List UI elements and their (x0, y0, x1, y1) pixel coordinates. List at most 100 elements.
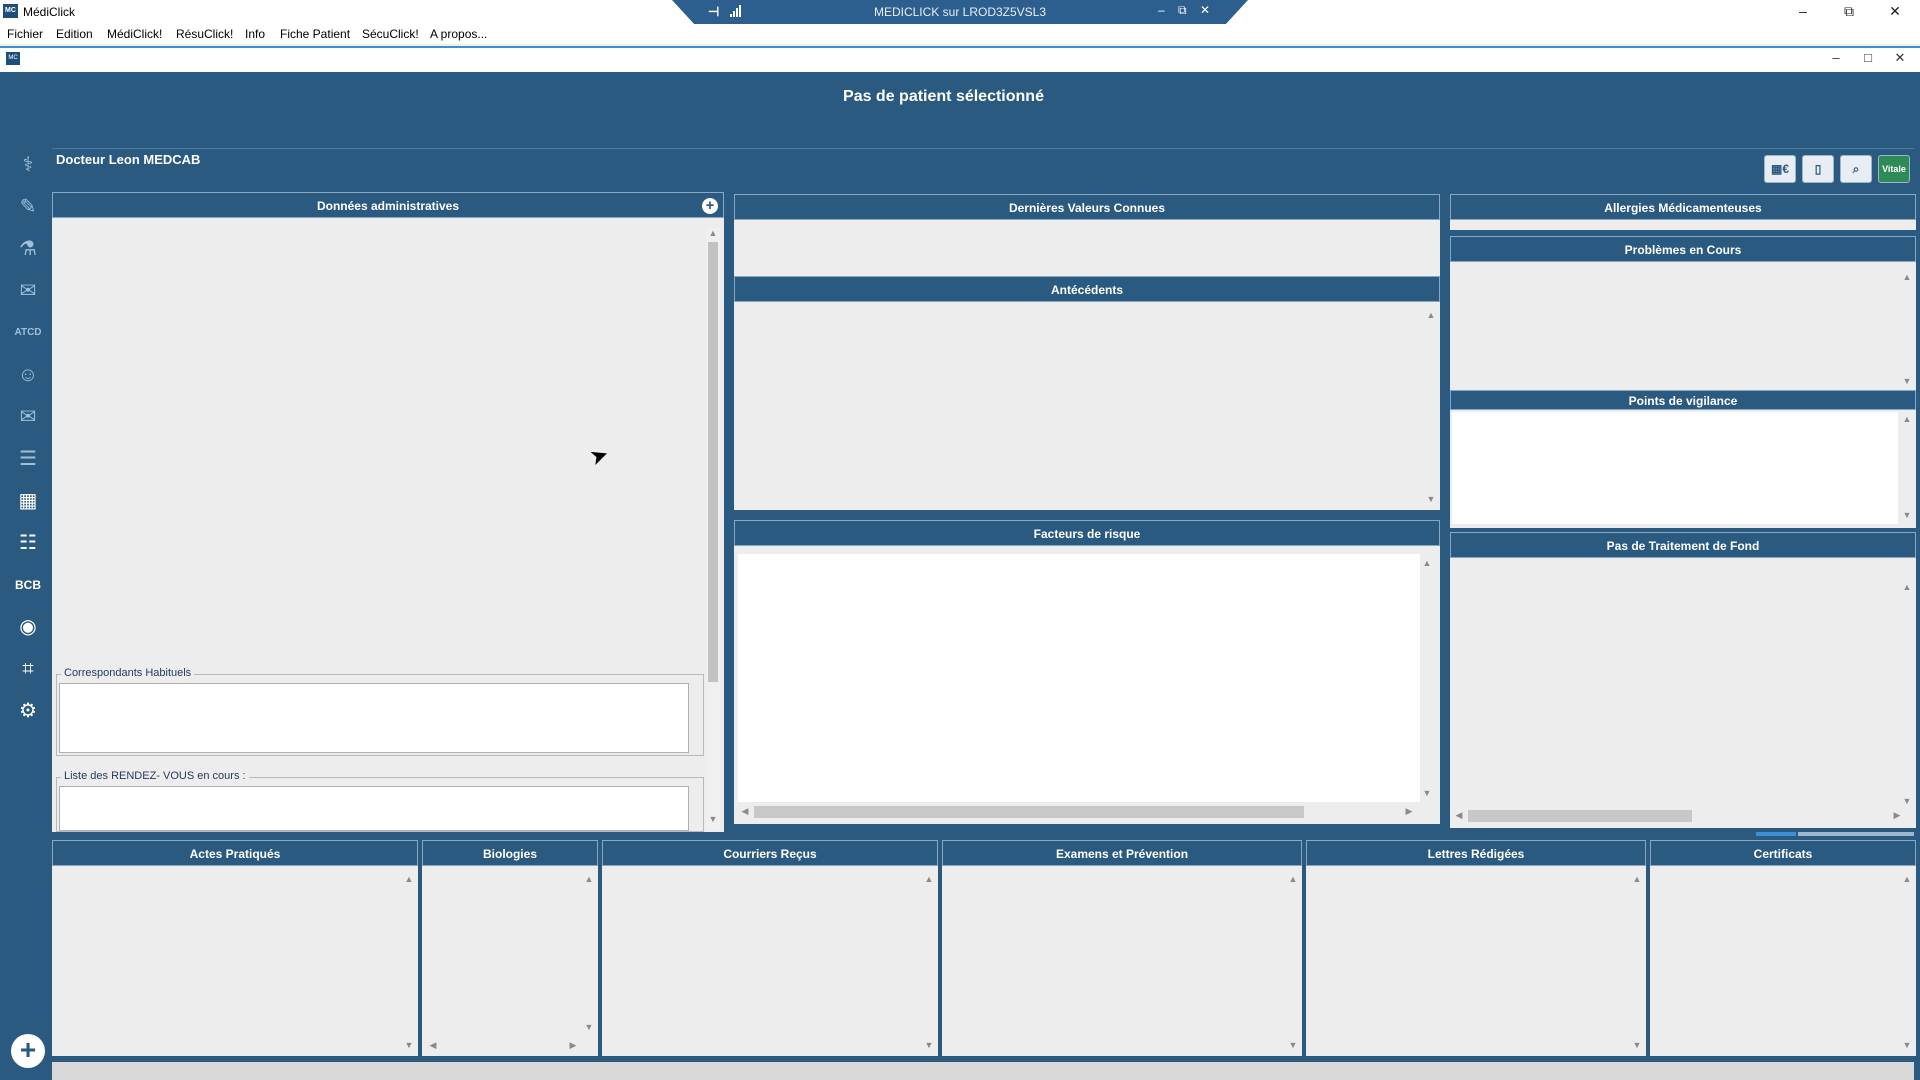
rdv-group: Liste des RENDEZ- VOUS en cours : (56, 770, 704, 832)
actes-panel: Actes Pratiqués ▲ ▼ (52, 840, 418, 1056)
vigilance-header: Points de vigilance (1450, 390, 1916, 410)
scroll-down-icon[interactable]: ▼ (1630, 1040, 1644, 1050)
problemes-panel: Problèmes en Cours ▲ ▼ (1450, 236, 1916, 390)
scroll-up-icon[interactable]: ▲ (1630, 874, 1644, 884)
atcd-icon[interactable]: ATCD (11, 316, 45, 350)
scroll-down-icon[interactable]: ▼ (1420, 788, 1434, 798)
scroll-down-icon[interactable]: ▼ (402, 1040, 416, 1050)
admin-header: Données administratives (52, 192, 724, 218)
menu-apropos[interactable]: A propos... (430, 27, 487, 41)
scroll-right-icon[interactable]: ▶ (1402, 806, 1416, 817)
scroll-down-icon[interactable]: ▼ (922, 1040, 936, 1050)
scroll-left-icon[interactable]: ◀ (738, 806, 752, 817)
page-tabs[interactable] (1798, 832, 1914, 836)
scroll-up-icon[interactable]: ▲ (706, 228, 720, 238)
add-icon[interactable]: + (11, 1034, 45, 1068)
certificats-header: Certificats (1650, 840, 1916, 866)
scroll-right-icon[interactable]: ▶ (1890, 810, 1904, 821)
doctor-bar: Docteur Leon MEDCAB ▦€ ▯ ⌕ Vitale (52, 148, 1914, 188)
bcb-icon[interactable]: BCB (11, 568, 45, 602)
calendar-icon[interactable]: ▦ (11, 484, 45, 518)
correspondants-list[interactable] (59, 683, 689, 753)
scroll-left-icon[interactable]: ◀ (426, 1040, 440, 1051)
facteurs-header: Facteurs de risque (734, 520, 1440, 546)
scroll-up-icon[interactable]: ▲ (1420, 558, 1434, 568)
stethoscope-icon[interactable]: ⚕ (11, 148, 45, 182)
facteurs-hscroll-thumb[interactable] (754, 806, 1304, 818)
restore-button[interactable]: ⧉ (1826, 0, 1872, 24)
menu-edition[interactable]: Edition (56, 27, 93, 41)
menu-fiche-patient[interactable]: Fiche Patient (280, 27, 350, 41)
scan-icon[interactable]: ⌗ (11, 652, 45, 686)
vigilance-panel: Points de vigilance ▲ ▼ (1450, 390, 1916, 528)
scroll-down-icon[interactable]: ▼ (1900, 796, 1914, 806)
scroll-down-icon[interactable]: ▼ (1900, 1040, 1914, 1050)
admin-add-icon[interactable]: + (702, 198, 718, 214)
inner-minimize-button[interactable]: – (1820, 50, 1852, 65)
rdv-label: Liste des RENDEZ- VOUS en cours : (61, 770, 249, 782)
menu-mediclick[interactable]: MédiClick! (107, 27, 162, 41)
letter-icon[interactable]: ✉ (11, 400, 45, 434)
admin-scrollbar[interactable]: ▲ ▼ (706, 228, 720, 830)
traitement-hscroll-thumb[interactable] (1468, 810, 1692, 822)
inner-app-icon: MC (6, 52, 20, 65)
lettres-panel: Lettres Rédigées ▲ ▼ (1306, 840, 1646, 1056)
correspondants-group: Correspondants Habituels (56, 667, 704, 756)
inner-close-button[interactable]: ✕ (1884, 50, 1916, 66)
syringe-icon[interactable]: ✎ (11, 190, 45, 224)
contact-card-icon[interactable]: ☷ (11, 526, 45, 560)
camera-icon[interactable]: ◉ (11, 610, 45, 644)
menu-fichier[interactable]: Fichier (7, 27, 43, 41)
billing-icon[interactable]: ▦€ (1764, 155, 1796, 183)
facteurs-list[interactable] (738, 554, 1420, 802)
scroll-left-icon[interactable]: ◀ (1452, 810, 1466, 821)
scroll-down-icon[interactable]: ▼ (582, 1022, 596, 1032)
patient-status: Pas de patient sélectionné (843, 88, 1044, 105)
scroll-up-icon[interactable]: ▲ (922, 874, 936, 884)
menu-secuclick[interactable]: SécuClick! (362, 27, 419, 41)
scroll-down-icon[interactable]: ▼ (706, 814, 720, 824)
document-icon[interactable]: ☰ (11, 442, 45, 476)
settings-icon[interactable]: ⚙ (11, 694, 45, 728)
app-icon: MC (3, 4, 18, 18)
allergies-panel: Allergies Médicamenteuses (1450, 194, 1916, 230)
remote-close-button[interactable]: ✕ (1200, 3, 1210, 17)
menu-resuclick[interactable]: RésuClick! (176, 27, 233, 41)
doctor-name: Docteur Leon MEDCAB (56, 152, 201, 167)
page-tab-active[interactable] (1756, 832, 1796, 836)
scroll-up-icon[interactable]: ▲ (1900, 414, 1914, 424)
admin-panel: Données administratives + ▲ ▼ Correspond… (52, 192, 724, 832)
traitement-panel: Pas de Traitement de Fond ▲ ▼ ◀ ▶ (1450, 532, 1916, 828)
remote-restore-button[interactable]: ⧉ (1178, 3, 1187, 18)
sidebar: ⚕ ✎ ⚗ ✉ ATCD ☺ ✉ ☰ ▦ ☷ BCB ◉ ⌗ ⚙ + (6, 148, 50, 1080)
scroll-up-icon[interactable]: ▲ (582, 874, 596, 884)
scroll-down-icon[interactable]: ▼ (1424, 494, 1438, 504)
scroll-thumb[interactable] (708, 242, 718, 682)
microscope-icon[interactable]: ⚗ (11, 232, 45, 266)
scroll-up-icon[interactable]: ▲ (402, 874, 416, 884)
inner-titlebar: MC – □ ✕ (0, 48, 1920, 72)
dernieres-header: Dernières Valeurs Connues (734, 194, 1440, 220)
scroll-up-icon[interactable]: ▲ (1286, 874, 1300, 884)
scroll-down-icon[interactable]: ▼ (1900, 376, 1914, 386)
vigilance-list[interactable] (1452, 412, 1898, 524)
trash-icon[interactable]: ▯ (1802, 155, 1834, 183)
scroll-right-icon[interactable]: ▶ (566, 1040, 580, 1051)
scroll-up-icon[interactable]: ▲ (1900, 582, 1914, 592)
scroll-down-icon[interactable]: ▼ (1286, 1040, 1300, 1050)
scroll-down-icon[interactable]: ▼ (1900, 510, 1914, 520)
search-patient-icon[interactable]: ⌕ (1840, 155, 1872, 183)
patient-icon[interactable]: ☺ (11, 358, 45, 392)
scroll-up-icon[interactable]: ▲ (1424, 310, 1438, 320)
vitale-card-icon[interactable]: Vitale (1878, 155, 1910, 183)
remote-minimize-button[interactable]: – (1158, 3, 1165, 17)
close-button[interactable]: ✕ (1872, 0, 1918, 24)
scroll-up-icon[interactable]: ▲ (1900, 272, 1914, 282)
traitement-header: Pas de Traitement de Fond (1450, 532, 1916, 558)
mail-icon[interactable]: ✉ (11, 274, 45, 308)
menu-info[interactable]: Info (245, 27, 265, 41)
rdv-list[interactable] (59, 786, 689, 831)
scroll-up-icon[interactable]: ▲ (1900, 874, 1914, 884)
minimize-button[interactable]: – (1780, 0, 1826, 24)
inner-maximize-button[interactable]: □ (1852, 50, 1884, 65)
